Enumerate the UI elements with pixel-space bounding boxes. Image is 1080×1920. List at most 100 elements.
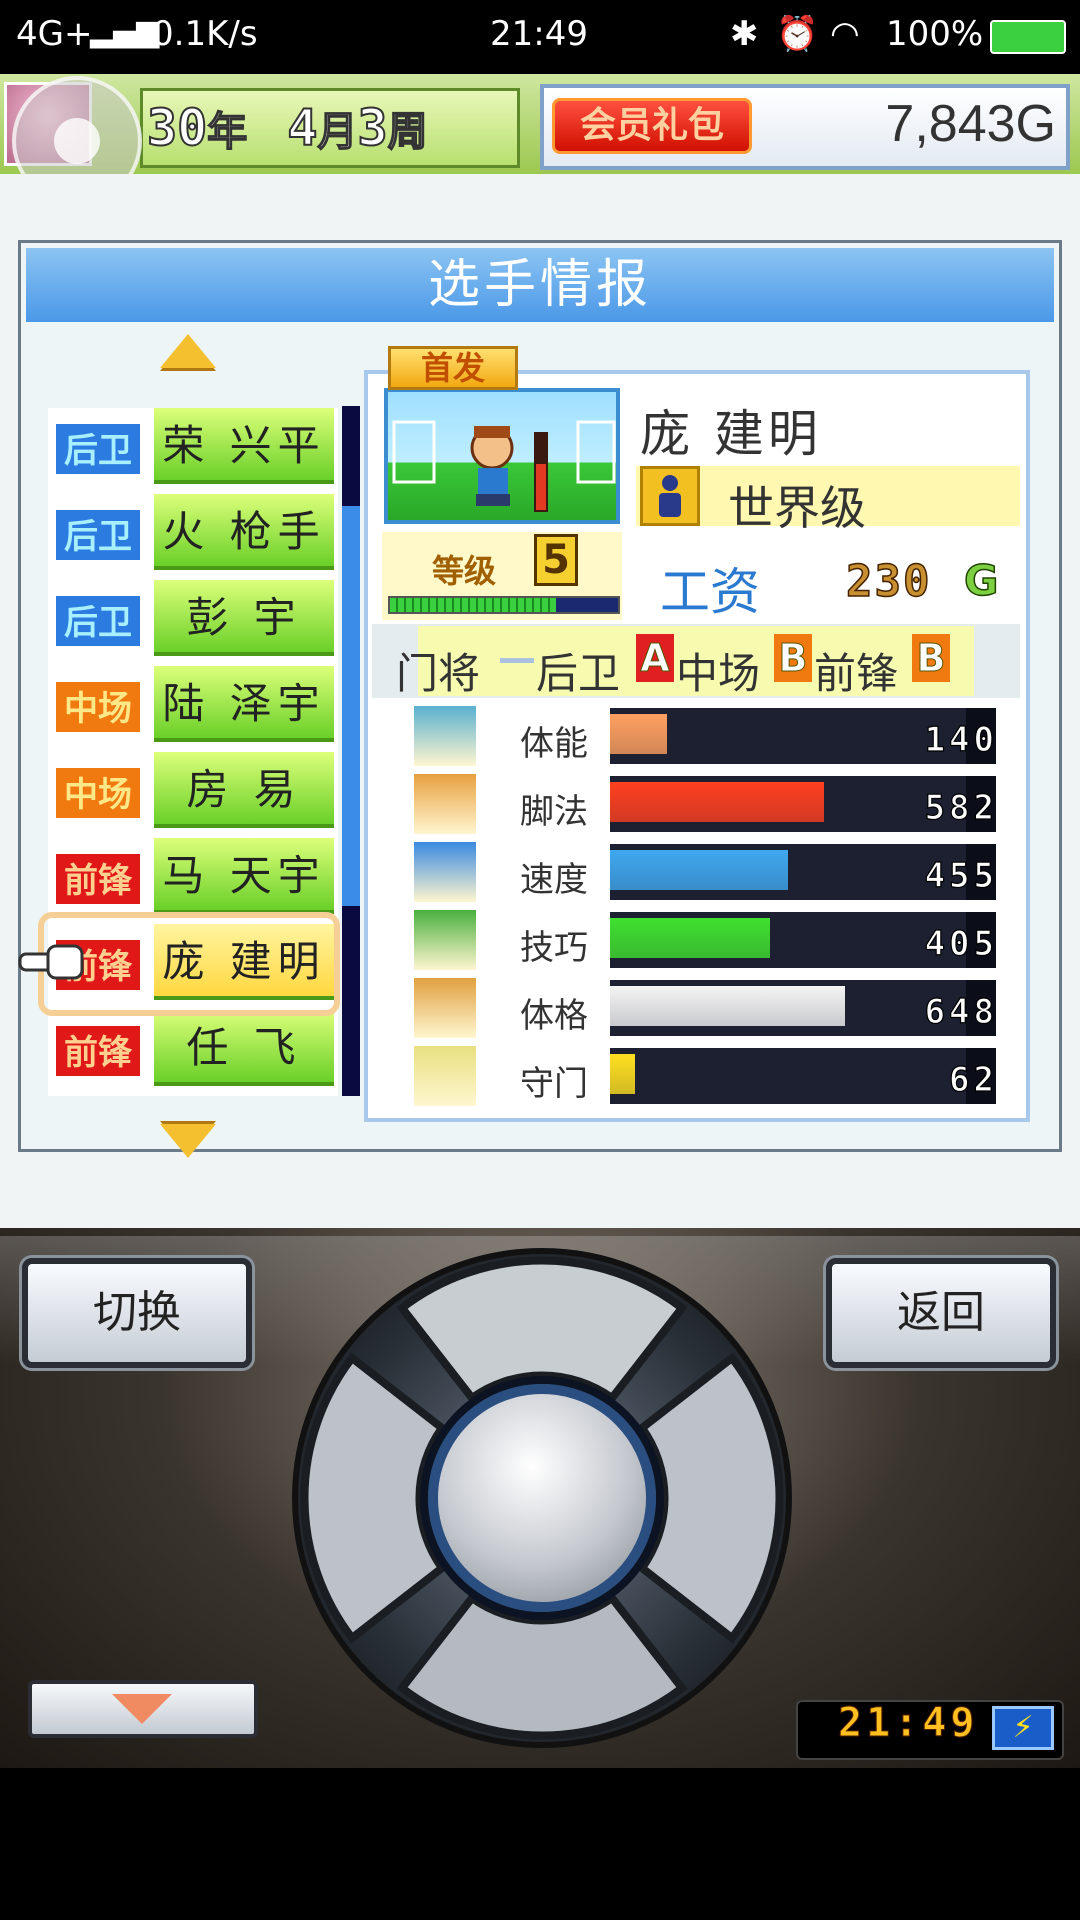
stat-bar: 140: [610, 708, 996, 764]
player-name: 马 天宇: [154, 838, 334, 914]
stat-bar: 648: [610, 980, 996, 1036]
player-name: 房 易: [154, 752, 334, 828]
detail-player-name: 庞 建明: [640, 405, 822, 463]
player-name: 任 飞: [154, 1010, 334, 1086]
stat-row: 脚法 582: [412, 772, 1016, 836]
player-sprite-icon: [392, 420, 616, 512]
bluetooth-icon: ✱: [730, 14, 759, 54]
stat-value: 405: [924, 923, 998, 964]
stat-value: 648: [924, 991, 998, 1032]
date-box: 30年 4月3周: [140, 88, 520, 168]
position-badge: 中场: [54, 766, 142, 820]
player-name: 荣 兴平: [154, 408, 334, 484]
player-portrait: [384, 388, 620, 524]
stat-label: 体格: [520, 996, 588, 1036]
stat-bar: 62: [610, 1048, 996, 1104]
clock: 21:49: [490, 14, 588, 54]
stat-label: 脚法: [520, 792, 588, 832]
stat-row: 体格 648: [412, 976, 1016, 1040]
vip-gift-button[interactable]: 会员礼包: [552, 98, 752, 154]
scroll-up-arrow-icon[interactable]: [160, 334, 216, 368]
week-unit: 周: [387, 108, 429, 156]
gold-amount: 7,843G: [885, 95, 1056, 153]
salary-label: 工资: [660, 563, 760, 621]
salary-value: 230: [845, 555, 932, 608]
level-label: 等级: [432, 552, 497, 590]
level-number: 5: [534, 534, 578, 586]
aptitude-grade: B: [774, 634, 812, 682]
wifi-icon: ◠: [830, 14, 860, 54]
bottom-bar: [0, 1768, 1080, 1920]
aptitude-grade: A: [636, 634, 674, 682]
dpad-up-button[interactable]: [396, 1256, 688, 1404]
position-badge: 后卫: [54, 594, 142, 648]
salary-unit: G: [963, 555, 999, 606]
stat-value: 582: [924, 787, 998, 828]
player-name: 火 枪手: [154, 494, 334, 570]
game-clock: 21:49: [837, 1700, 979, 1747]
experience-fill: [390, 598, 556, 612]
battery-percent: 100%: [886, 14, 984, 54]
month-number: 4: [286, 98, 318, 158]
position-badge: 后卫: [54, 422, 142, 476]
stat-label: 体能: [520, 724, 588, 764]
position-badge: 中场: [54, 680, 142, 734]
aptitude-label: 中场: [676, 649, 761, 698]
stat-value: 62: [948, 1059, 998, 1100]
month-unit: 月: [317, 108, 359, 156]
player-name: 陆 泽宇: [154, 666, 334, 742]
network-type: 4G+: [16, 14, 93, 54]
pointing-hand-icon: [18, 944, 84, 980]
running-man-icon: [412, 840, 478, 904]
roster-row[interactable]: 后卫荣 兴平: [48, 408, 338, 490]
position-badge: 前锋: [54, 1024, 142, 1078]
dpad-left-button[interactable]: [300, 1352, 448, 1644]
dribble-icon: [412, 908, 478, 972]
aptitude-label: 后卫: [536, 649, 621, 698]
aptitude-grade: —: [498, 636, 536, 680]
stat-fill: [610, 850, 788, 890]
roster-row[interactable]: 中场房 易: [48, 752, 338, 834]
stat-label: 速度: [520, 860, 588, 900]
signal-icon: ▂▄▆: [90, 14, 160, 49]
stat-value: 140: [924, 719, 998, 760]
roster-row[interactable]: 后卫彭 宇: [48, 580, 338, 662]
stat-row: 守门 62: [412, 1044, 1016, 1108]
stat-label: 守门: [520, 1064, 588, 1104]
battery-icon: [990, 20, 1066, 54]
roster-row[interactable]: 前锋任 飞: [48, 1010, 338, 1092]
roster-row[interactable]: 中场陆 泽宇: [48, 666, 338, 748]
roster-row[interactable]: 后卫火 枪手: [48, 494, 338, 576]
aptitude-label: 前锋: [814, 649, 899, 698]
stat-fill: [610, 1054, 635, 1094]
stat-bar: 455: [610, 844, 996, 900]
dpad-right-button[interactable]: [636, 1352, 784, 1644]
position-badge: 前锋: [54, 852, 142, 906]
stat-fill: [610, 918, 770, 958]
player-rank: 世界级: [728, 481, 866, 535]
stat-row: 技巧 405: [412, 908, 1016, 972]
back-button[interactable]: 返回: [826, 1258, 1056, 1368]
dpad-down-button[interactable]: [396, 1592, 688, 1740]
switch-button[interactable]: 切换: [22, 1258, 252, 1368]
stat-value: 455: [924, 855, 998, 896]
panel-title: 选手情报: [26, 248, 1054, 322]
boot-kick-icon: [412, 772, 478, 836]
net-speed: 0.1K/s: [152, 14, 258, 54]
dpad-center-button[interactable]: [428, 1384, 656, 1612]
stat-fill: [610, 714, 667, 754]
stat-row: 体能 140: [412, 704, 1016, 768]
stat-bar: 405: [610, 912, 996, 968]
scrollbar-thumb[interactable]: [342, 506, 360, 906]
year-unit: 年: [206, 108, 248, 156]
stat-bar: 582: [610, 776, 996, 832]
stat-fill: [610, 782, 824, 822]
position-badge: 后卫: [54, 508, 142, 562]
starter-badge: 首发: [388, 346, 518, 390]
stat-label: 技巧: [520, 928, 588, 968]
scroll-down-arrow-icon[interactable]: [160, 1124, 216, 1158]
player-name: 彭 宇: [154, 580, 334, 656]
battery-icon: [412, 704, 478, 768]
roster-row[interactable]: 前锋马 天宇: [48, 838, 338, 920]
status-bar: 4G+ ▂▄▆ 0.1K/s 21:49 ✱ ⏰ ◠ 100%: [0, 0, 1080, 74]
